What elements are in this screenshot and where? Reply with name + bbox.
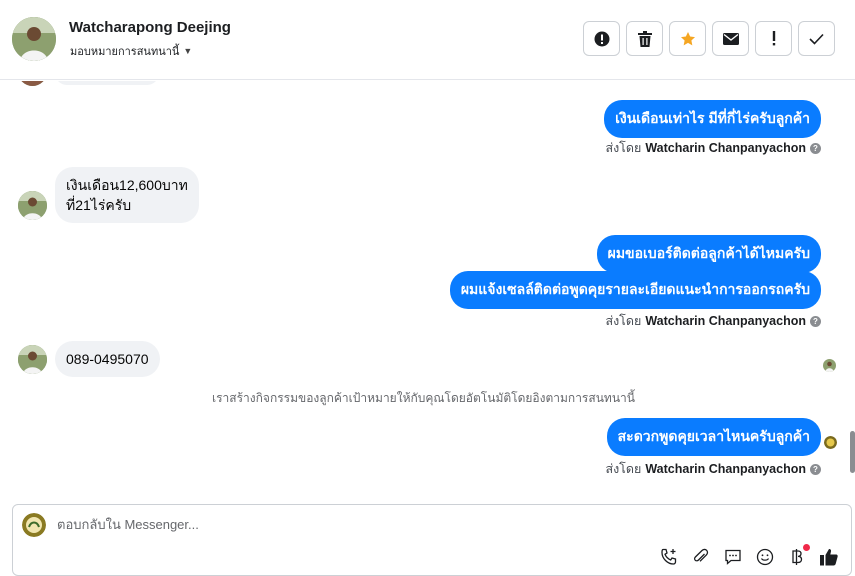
contact-name[interactable]: Watcharapong Deejing <box>69 19 231 36</box>
scrollbar-thumb[interactable] <box>850 431 855 473</box>
sender-name[interactable]: Watcharin Chanpanyachon <box>645 314 806 328</box>
call-button[interactable] <box>659 547 679 567</box>
message-line: ที่21ไร่ครับ <box>66 197 132 213</box>
message-line: เงินเดือน12,600บาท <box>66 177 188 193</box>
sent-by-prefix: ส่งโดย <box>605 462 642 476</box>
envelope-icon <box>722 32 739 45</box>
exclamation-icon <box>772 31 775 46</box>
mark-done-button[interactable] <box>798 21 835 56</box>
help-icon[interactable]: ? <box>810 315 821 327</box>
reply-input[interactable] <box>57 517 657 532</box>
sent-by-label: ส่งโดย Watcharin Chanpanyachon ? <box>605 459 821 479</box>
message-bubble-outgoing[interactable]: ผมขอเบอร์ติดต่อลูกค้าได้ไหมครับ <box>596 235 821 273</box>
assign-conversation-dropdown[interactable]: มอบหมายการสนทนานี้ ▼ <box>70 42 192 60</box>
emoji-button[interactable] <box>755 547 775 567</box>
contact-avatar[interactable] <box>12 17 56 61</box>
message-thread[interactable]: เงินเดือนเท่าไร มีที่กี่ไร่ครับลูกค้า ส่… <box>0 81 855 504</box>
message-bubble-incoming[interactable]: 089-0495070 <box>55 341 160 377</box>
seen-avatar <box>823 359 836 372</box>
message-bubble-outgoing[interactable]: สะดวกพูดคุยเวลาไหนครับลูกค้า <box>606 418 821 456</box>
sent-by-label: ส่งโดย Watcharin Chanpanyachon ? <box>605 138 821 158</box>
reply-composer <box>12 504 852 576</box>
paperclip-icon <box>693 548 709 562</box>
message-bubble-incoming[interactable]: เงินเดือน12,600บาท ที่21ไร่ครับ <box>55 167 199 223</box>
thumbs-up-icon <box>820 549 838 566</box>
notification-dot <box>803 544 810 551</box>
sent-by-prefix: ส่งโดย <box>605 141 642 155</box>
sent-by-prefix: ส่งโดย <box>605 314 642 328</box>
message-bubble-outgoing[interactable]: ผมแจ้งเซลล์ติดต่อพูดคุยรายละเอียดแนะนำกา… <box>449 271 821 309</box>
chat-bubble-icon <box>725 549 741 565</box>
composer-toolbar <box>659 544 839 567</box>
check-icon <box>809 33 824 45</box>
mark-unread-button[interactable] <box>712 21 749 56</box>
like-button[interactable] <box>819 547 839 567</box>
trash-icon <box>637 30 652 47</box>
message-bubble-incoming-partial <box>55 81 159 85</box>
assign-label: มอบหมายการสนทนานี้ <box>70 46 180 58</box>
star-icon <box>680 31 695 45</box>
contact-avatar-small <box>18 81 47 86</box>
sent-by-label: ส่งโดย Watcharin Chanpanyachon ? <box>605 311 821 331</box>
help-icon[interactable]: ? <box>810 142 821 154</box>
scrollbar[interactable] <box>850 81 855 504</box>
star-button[interactable] <box>669 21 706 56</box>
baht-icon <box>792 549 803 565</box>
conversation-header: Watcharapong Deejing มอบหมายการสนทนานี้ … <box>0 0 855 80</box>
phone-plus-icon <box>661 548 677 565</box>
attach-button[interactable] <box>691 547 711 567</box>
saved-replies-button[interactable] <box>723 547 743 567</box>
report-spam-button[interactable] <box>583 21 620 56</box>
contact-avatar-small[interactable] <box>18 345 47 374</box>
caret-down-icon: ▼ <box>183 46 193 56</box>
alert-circle-icon <box>594 31 609 46</box>
delete-button[interactable] <box>626 21 663 56</box>
smiley-icon <box>756 548 774 566</box>
payment-button[interactable] <box>787 544 810 567</box>
system-message: เราสร้างกิจกรรมของลูกค้าเป้าหมายให้กับคุ… <box>212 391 635 405</box>
message-bubble-outgoing[interactable]: เงินเดือนเท่าไร มีที่กี่ไร่ครับลูกค้า <box>604 100 821 138</box>
help-icon[interactable]: ? <box>810 463 821 475</box>
follow-up-button[interactable] <box>755 21 792 56</box>
contact-avatar-small[interactable] <box>18 191 47 220</box>
sender-name[interactable]: Watcharin Chanpanyachon <box>645 141 806 155</box>
sender-name[interactable]: Watcharin Chanpanyachon <box>645 462 806 476</box>
header-actions <box>583 21 835 56</box>
page-avatar <box>22 513 46 537</box>
seen-avatar <box>824 436 837 449</box>
